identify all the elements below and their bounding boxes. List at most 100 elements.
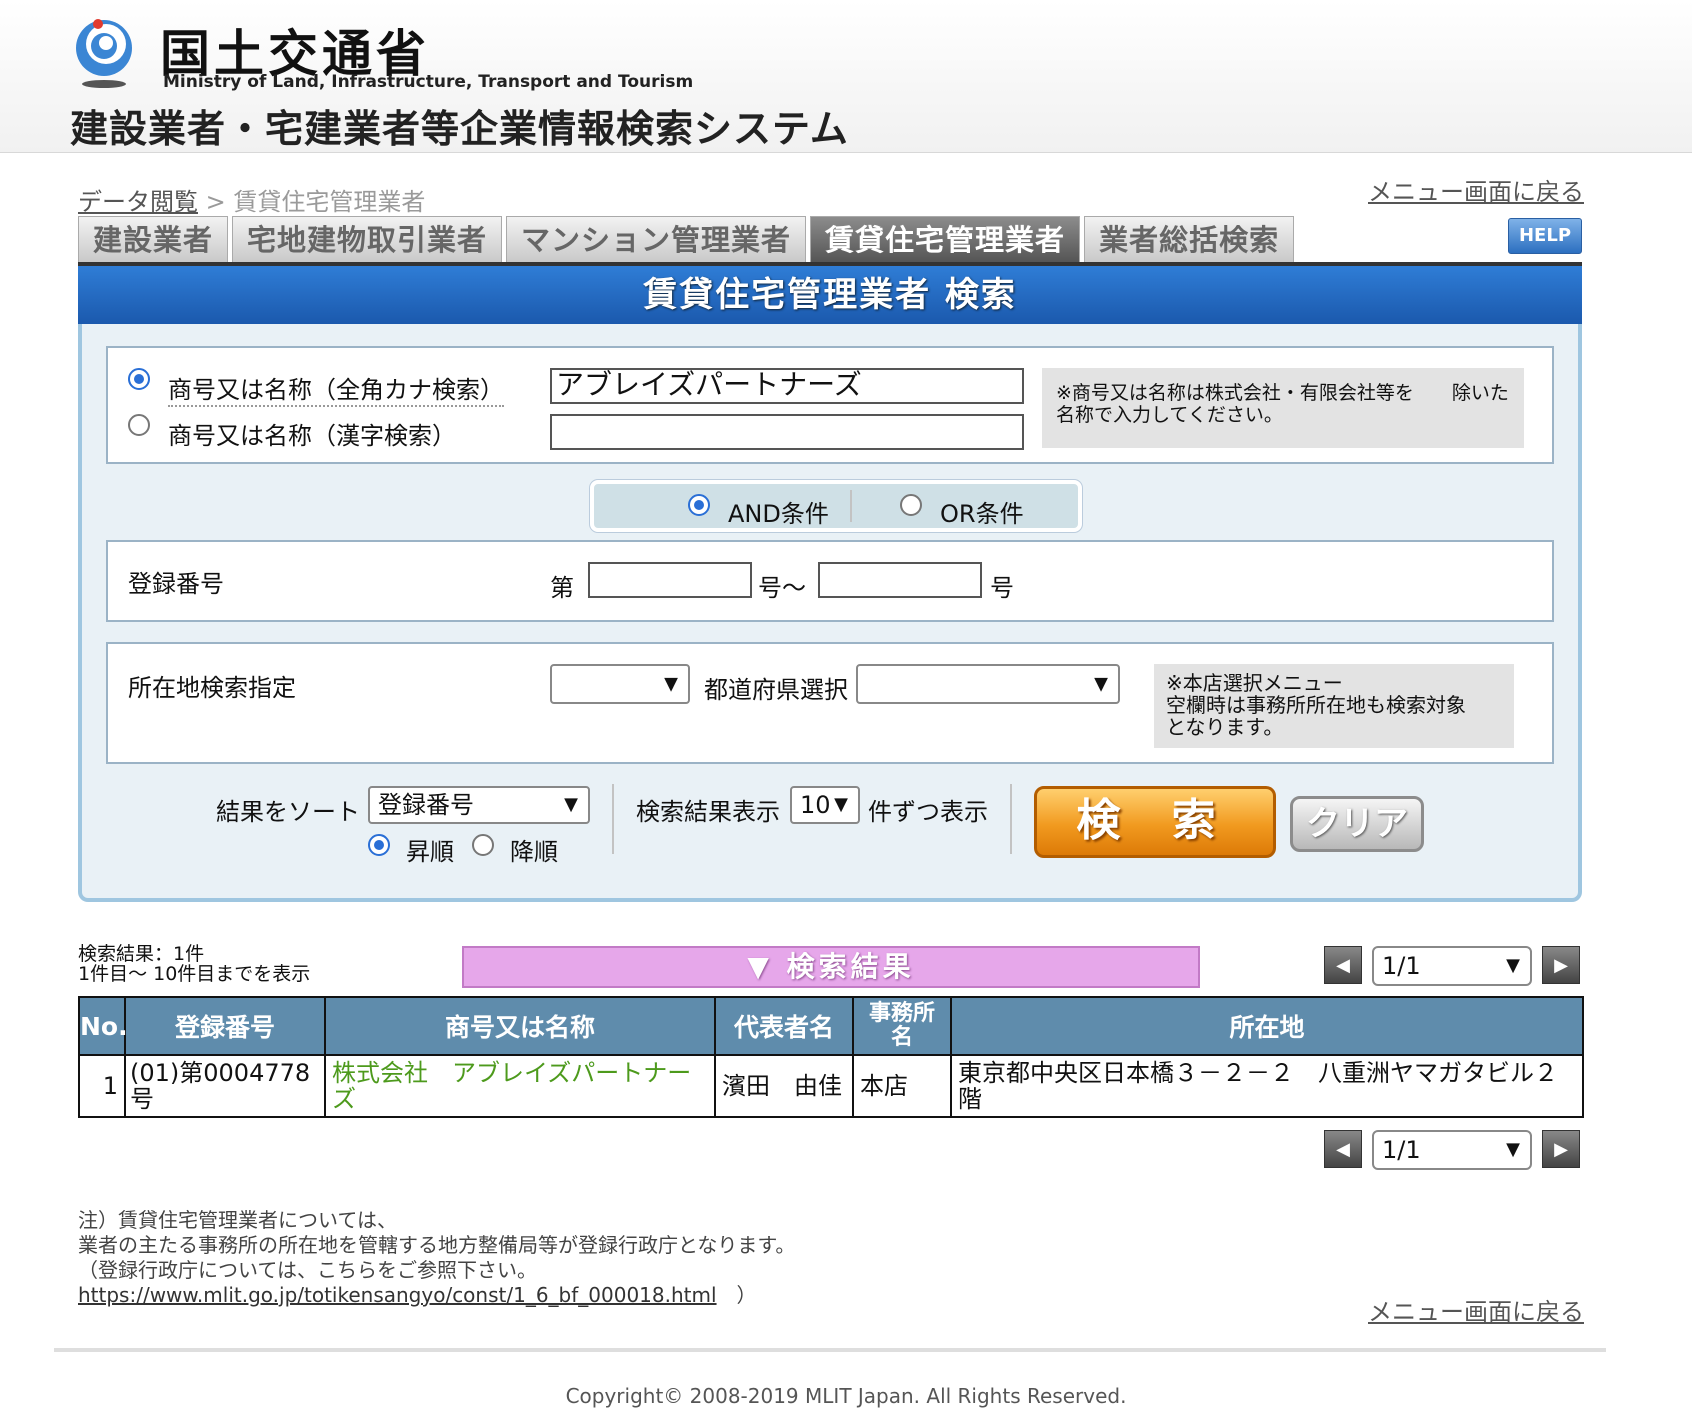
breadcrumb-separator: > (198, 188, 234, 216)
sort-label: 結果をソート (216, 798, 360, 826)
cell-no: 1 (78, 1054, 126, 1118)
sort-value: 登録番号 (378, 791, 474, 819)
location-label: 所在地検索指定 (128, 674, 296, 702)
table-row: 1 (01)第0004778号 株式会社 アブレイズパートナーズ 濱田 由佳 本… (78, 1054, 1584, 1118)
company-name-link[interactable]: 株式会社 アブレイズパートナーズ (324, 1054, 716, 1118)
registration-prefix: 第 (550, 574, 574, 602)
triangle-right-icon: ▶ (1554, 955, 1568, 976)
or-condition-label: OR条件 (940, 500, 1024, 528)
tab-condo-management[interactable]: マンション管理業者 (506, 216, 807, 262)
sort-ascending-label: 昇順 (406, 838, 454, 866)
page-value-bottom: 1/1 (1382, 1136, 1421, 1164)
copyright: Copyright© 2008-2019 MLIT Japan. All Rig… (565, 1384, 1127, 1408)
radio-sort-descending[interactable] (472, 834, 494, 856)
tab-overall-search[interactable]: 業者総括検索 (1084, 216, 1295, 262)
breadcrumb-data-browse-link[interactable]: データ閲覧 (78, 188, 198, 216)
registration-suffix: 号 (990, 574, 1014, 602)
footnote-line3: （登録行政庁については、こちらをご参照下さい。 (78, 1258, 537, 1282)
kana-search-label: 商号又は名称（全角カナ検索） (168, 370, 504, 407)
sort-descending-label: 降順 (510, 838, 558, 866)
and-condition-label: AND条件 (728, 500, 829, 528)
sort-select[interactable]: 登録番号 ▼ (368, 786, 590, 824)
next-page-button[interactable]: ▶ (1542, 946, 1580, 984)
footnote-line1: 注）賃貸住宅管理業者については、 (78, 1208, 397, 1232)
name-search-section: 商号又は名称（全角カナ検索） 商号又は名称（漢字検索） アブレイズパートナーズ … (106, 346, 1554, 464)
chevron-down-icon: ▼ (834, 794, 848, 815)
location-note-line1: ※本店選択メニュー (1166, 671, 1343, 695)
kanji-search-label: 商号又は名称（漢字検索） (168, 422, 456, 450)
location-note-line2: 空欄時は事務所所在地も検索対象 (1166, 693, 1466, 717)
tab-rental-management[interactable]: 賃貸住宅管理業者 (810, 216, 1081, 262)
location-note: ※本店選択メニュー 空欄時は事務所所在地も検索対象 となります。 (1154, 664, 1514, 748)
registration-mid: 号〜 (758, 574, 806, 602)
button-divider (1010, 784, 1012, 854)
chevron-down-icon: ▼ (564, 794, 578, 815)
radio-and-condition[interactable] (688, 494, 710, 516)
column-header-address: 所在地 (950, 996, 1584, 1056)
cell-address: 東京都中央区日本橋３－２－２ 八重洲ヤマガタビル２階 (950, 1054, 1584, 1118)
registration-from-input[interactable] (588, 562, 752, 598)
prev-page-button-bottom[interactable]: ◀ (1324, 1130, 1362, 1168)
registration-number-label: 登録番号 (128, 570, 224, 598)
registration-to-input[interactable] (818, 562, 982, 598)
column-header-no: No. (78, 996, 128, 1056)
radio-kanji-search[interactable] (128, 414, 150, 436)
location-section: 所在地検索指定 ▼ 都道府県選択 ▼ ※本店選択メニュー 空欄時は事務所所在地も… (106, 642, 1554, 764)
radio-kana-search[interactable] (128, 368, 150, 390)
cell-registration: (01)第0004778号 (124, 1054, 326, 1118)
location-type-select[interactable]: ▼ (550, 664, 690, 704)
kanji-name-input[interactable] (550, 414, 1024, 450)
column-header-registration: 登録番号 (124, 996, 326, 1056)
kana-name-input[interactable]: アブレイズパートナーズ (550, 368, 1024, 404)
result-count-range: 1件目〜 10件目までを表示 (78, 963, 311, 985)
prefecture-label: 都道府県選択 (704, 676, 848, 704)
prev-page-button[interactable]: ◀ (1324, 946, 1362, 984)
tab-construction[interactable]: 建設業者 (78, 216, 229, 262)
footnote-close: ） (716, 1283, 757, 1307)
page-select-bottom[interactable]: 1/1 ▼ (1372, 1130, 1532, 1170)
display-count-suffix: 件ずつ表示 (868, 798, 988, 826)
radio-or-condition[interactable] (900, 494, 922, 516)
system-title: 建設業者・宅建業者等企業情報検索システム (70, 106, 849, 151)
radio-sort-ascending[interactable] (368, 834, 390, 856)
authority-reference-link[interactable]: https://www.mlit.go.jp/totikensangyo/con… (78, 1283, 717, 1307)
breadcrumb: データ閲覧 > 賃貸住宅管理業者 (78, 182, 425, 217)
prefecture-select[interactable]: ▼ (856, 664, 1120, 704)
registration-number-section: 登録番号 第 号〜 号 (106, 540, 1554, 622)
chevron-down-icon: ▼ (664, 673, 678, 695)
page-select-top[interactable]: 1/1 ▼ (1372, 946, 1532, 986)
help-button[interactable]: HELP (1508, 218, 1582, 254)
clear-button[interactable]: クリア (1290, 796, 1424, 852)
sort-divider (612, 784, 614, 854)
result-count-total: 検索結果：1件 (78, 943, 205, 965)
next-page-button-bottom[interactable]: ▶ (1542, 1130, 1580, 1168)
display-count-value: 10 (800, 791, 831, 819)
column-header-representative: 代表者名 (714, 996, 854, 1056)
chevron-down-icon: ▼ (1094, 673, 1108, 695)
page-value-top: 1/1 (1382, 952, 1421, 980)
cell-office: 本店 (852, 1054, 952, 1118)
table-header-row: No. 登録番号 商号又は名称 代表者名 事務所名 所在地 (78, 996, 1584, 1056)
column-header-office: 事務所名 (852, 996, 952, 1056)
chevron-down-icon: ▼ (1506, 1139, 1520, 1160)
triangle-left-icon: ◀ (1336, 1139, 1350, 1160)
footnote: 注）賃貸住宅管理業者については、 業者の主たる事務所の所在地を管轄する地方整備局… (78, 1208, 795, 1308)
mlit-logo-icon (76, 19, 132, 88)
cell-representative: 濱田 由佳 (714, 1054, 854, 1118)
result-banner: ▼ 検索結果 (462, 946, 1200, 988)
column-header-name: 商号又は名称 (324, 996, 716, 1056)
chevron-down-icon: ▼ (1506, 955, 1520, 976)
ministry-name-en: Ministry of Land, Infrastructure, Transp… (163, 72, 694, 92)
back-to-menu-link-top[interactable]: メニュー画面に戻る (1368, 172, 1584, 207)
search-button[interactable]: 検 索 (1034, 786, 1276, 858)
tab-real-estate[interactable]: 宅地建物取引業者 (232, 216, 503, 262)
results-table: No. 登録番号 商号又は名称 代表者名 事務所名 所在地 1 (01)第000… (78, 996, 1584, 1118)
condition-toggle: AND条件 OR条件 (590, 480, 1082, 532)
footnote-line2: 業者の主たる事務所の所在地を管轄する地方整備局等が登録行政庁となります。 (78, 1233, 796, 1257)
triangle-right-icon: ▶ (1554, 1139, 1568, 1160)
breadcrumb-current: 賃貸住宅管理業者 (233, 188, 426, 216)
panel-title: 賃貸住宅管理業者 検索 (78, 262, 1582, 324)
display-count-select[interactable]: 10 ▼ (790, 786, 860, 824)
back-to-menu-link-bottom[interactable]: メニュー画面に戻る (1368, 1292, 1584, 1327)
location-note-line3: となります。 (1166, 715, 1284, 739)
